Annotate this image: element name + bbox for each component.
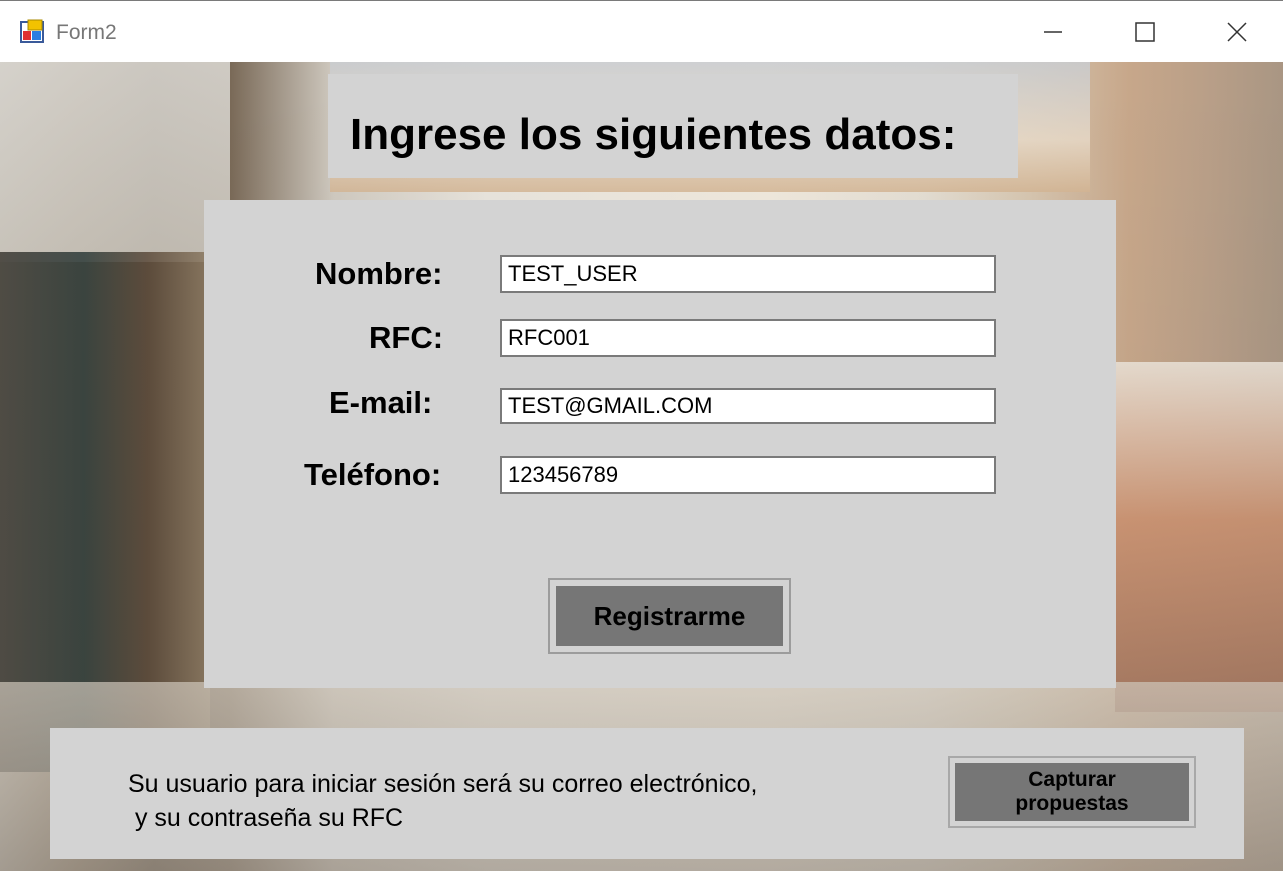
title-bar[interactable]: Form2	[0, 0, 1283, 62]
telefono-label: Teléfono:	[304, 457, 442, 492]
close-button[interactable]	[1214, 9, 1260, 55]
close-icon	[1227, 22, 1247, 42]
telefono-field[interactable]	[500, 456, 996, 494]
minimize-button[interactable]	[1030, 9, 1076, 55]
email-label: E-mail:	[329, 385, 433, 420]
nombre-field[interactable]	[500, 255, 996, 293]
nombre-label: Nombre:	[315, 256, 443, 291]
app-form-icon	[20, 19, 46, 45]
register-button[interactable]: Registrarme	[556, 586, 783, 646]
registration-form-panel: Nombre: RFC: E-mail: Teléfono: Registrar…	[204, 200, 1116, 688]
minimize-icon	[1044, 31, 1062, 33]
capture-button-frame: Capturar propuestas	[948, 756, 1196, 828]
login-info-line-2: y su contraseña su RFC	[128, 804, 404, 832]
register-button-frame: Registrarme	[548, 578, 791, 654]
maximize-icon	[1135, 22, 1155, 42]
rfc-field[interactable]	[500, 319, 996, 357]
window-title: Form2	[56, 21, 117, 44]
info-panel: Su usuario para iniciar sesión será su c…	[50, 728, 1244, 859]
rfc-label: RFC:	[369, 320, 444, 355]
background-store-right	[1115, 362, 1283, 712]
background-mall-wall	[0, 62, 230, 262]
maximize-button[interactable]	[1122, 9, 1168, 55]
login-info-line-1: Su usuario para iniciar sesión será su c…	[128, 770, 758, 798]
heading-panel: Ingrese los siguientes datos:	[328, 74, 1018, 178]
form-client-area: Ingrese los siguientes datos: Nombre: RF…	[0, 62, 1283, 871]
form2-window: Form2 Ingrese los siguientes datos: Nomb…	[0, 0, 1283, 871]
email-field[interactable]	[500, 388, 996, 424]
page-heading: Ingrese los siguientes datos:	[350, 110, 957, 159]
capture-proposals-button[interactable]: Capturar propuestas	[955, 763, 1189, 821]
